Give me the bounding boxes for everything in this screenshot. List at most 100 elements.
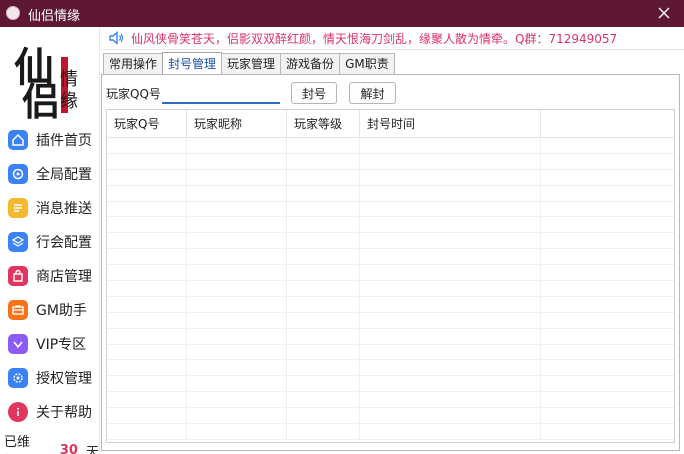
info-icon — [8, 402, 28, 422]
empty-table-cell — [287, 201, 360, 217]
sidebar: 仙 侣 情 缘 插件首页 全局配置 消息推送 行会配置 商店管理 GM助手 VI… — [0, 27, 100, 454]
ban-management-panel: 玩家QQ号: 封号 解封 玩家Q号 玩家昵称 玩家等级 封号时间 — [101, 74, 680, 451]
empty-table-cell — [287, 328, 360, 344]
sidebar-item-vip[interactable]: VIP专区 — [0, 327, 100, 361]
gm-toolbox-icon — [8, 300, 28, 320]
empty-table-cell — [107, 328, 187, 344]
sidebar-item-label: 行会配置 — [36, 235, 92, 251]
message-icon — [8, 198, 28, 218]
tab-gm-duties[interactable]: GM职责 — [339, 53, 395, 74]
empty-table-row — [107, 296, 674, 313]
empty-table-row — [107, 328, 674, 345]
empty-table-row — [107, 201, 674, 218]
empty-table-row — [107, 392, 674, 409]
empty-table-cell — [360, 360, 541, 376]
empty-table-row — [107, 281, 674, 297]
sidebar-item-guild-config[interactable]: 行会配置 — [0, 225, 100, 259]
sidebar-item-label: 商店管理 — [36, 269, 92, 285]
column-header-level[interactable]: 玩家等级 — [287, 110, 360, 137]
sidebar-item-message-push[interactable]: 消息推送 — [0, 191, 100, 225]
empty-table-cell — [287, 217, 360, 233]
empty-table-cell — [360, 169, 541, 185]
empty-table-row — [107, 360, 674, 377]
sidebar-item-label: 关于帮助 — [36, 405, 92, 421]
empty-table-cell — [360, 265, 541, 281]
ban-button[interactable]: 封号 — [291, 82, 337, 104]
sidebar-item-about[interactable]: 关于帮助 — [0, 395, 100, 429]
empty-table-cell — [187, 328, 287, 344]
empty-table-cell — [360, 201, 541, 217]
sidebar-item-label: 授权管理 — [36, 371, 92, 387]
empty-table-cell — [287, 408, 360, 424]
tab-player-management[interactable]: 玩家管理 — [221, 53, 282, 74]
empty-table-cell — [107, 312, 187, 328]
empty-table-cell — [187, 185, 287, 201]
column-header-ban-time[interactable]: 封号时间 — [360, 110, 541, 137]
speaker-icon — [107, 29, 125, 47]
tab-game-backup[interactable]: 游戏备份 — [280, 53, 341, 74]
column-header-qq[interactable]: 玩家Q号 — [107, 110, 187, 137]
empty-table-cell — [107, 296, 187, 312]
empty-table-cell — [360, 217, 541, 233]
sidebar-nav: 插件首页 全局配置 消息推送 行会配置 商店管理 GM助手 VIP专区 授权管理… — [0, 123, 100, 429]
empty-table-row — [107, 185, 674, 202]
maintained-unit: 天 — [85, 444, 99, 454]
empty-table-cell — [187, 233, 287, 249]
empty-table-cell — [107, 376, 187, 392]
sidebar-item-shop[interactable]: 商店管理 — [0, 259, 100, 293]
logo: 仙 侣 情 缘 — [10, 29, 90, 124]
close-icon[interactable] — [654, 3, 674, 23]
sidebar-item-home[interactable]: 插件首页 — [0, 123, 100, 157]
shop-bag-icon — [8, 266, 28, 286]
empty-table-cell — [287, 185, 360, 201]
sidebar-item-license[interactable]: 授权管理 — [0, 361, 100, 395]
empty-table-cell — [187, 169, 287, 185]
empty-table-cell — [360, 328, 541, 344]
empty-table-cell — [187, 153, 287, 169]
unban-button[interactable]: 解封 — [349, 82, 396, 104]
ban-list-table[interactable]: 玩家Q号 玩家昵称 玩家等级 封号时间 — [106, 109, 675, 443]
empty-table-cell — [287, 233, 360, 249]
empty-table-cell — [107, 153, 187, 169]
sidebar-item-gm-assistant[interactable]: GM助手 — [0, 293, 100, 327]
qq-label: 玩家QQ号: — [106, 87, 165, 101]
qq-input[interactable] — [162, 83, 280, 104]
svg-text:缘: 缘 — [60, 91, 78, 112]
empty-table-cell — [107, 424, 187, 439]
empty-table-cell — [360, 185, 541, 201]
badge-settings-icon — [8, 368, 28, 388]
empty-table-cell — [107, 392, 187, 408]
empty-table-row — [107, 424, 674, 440]
empty-table-cell — [360, 312, 541, 328]
empty-table-row — [107, 217, 674, 234]
empty-table-cell — [287, 360, 360, 376]
empty-table-cell — [187, 408, 287, 424]
empty-table-cell — [360, 408, 541, 424]
empty-table-row — [107, 169, 674, 186]
sidebar-item-label: GM助手 — [36, 303, 87, 319]
empty-table-cell — [107, 233, 187, 249]
column-header-nickname[interactable]: 玩家昵称 — [187, 110, 287, 137]
announcement-banner: 仙风侠骨笑苍天，侣影双双醉红颜，情天恨海刀剑乱，缘聚人散为情牵。Q群：71294… — [101, 27, 684, 50]
maintained-label: 已维护: — [4, 435, 31, 450]
empty-table-cell — [287, 281, 360, 296]
table-header: 玩家Q号 玩家昵称 玩家等级 封号时间 — [107, 110, 674, 138]
empty-table-cell — [107, 344, 187, 360]
sidebar-item-global-config[interactable]: 全局配置 — [0, 157, 100, 191]
empty-table-cell — [360, 233, 541, 249]
empty-table-cell — [360, 281, 541, 296]
empty-table-cell — [187, 281, 287, 296]
empty-table-cell — [287, 392, 360, 408]
title-bar: 仙侣情缘 — [0, 0, 684, 27]
sidebar-item-label: 插件首页 — [36, 133, 92, 149]
empty-table-cell — [287, 312, 360, 328]
tab-common-ops[interactable]: 常用操作 — [103, 53, 164, 74]
maintained-days: 已维护: 30 天 — [4, 431, 99, 454]
window-title: 仙侣情缘 — [28, 9, 81, 24]
empty-table-cell — [107, 249, 187, 265]
tab-ban-management[interactable]: 封号管理 — [162, 52, 223, 74]
sidebar-item-label: 全局配置 — [36, 167, 92, 183]
empty-table-cell — [287, 249, 360, 265]
vip-heart-icon — [8, 334, 28, 354]
empty-table-cell — [187, 376, 287, 392]
